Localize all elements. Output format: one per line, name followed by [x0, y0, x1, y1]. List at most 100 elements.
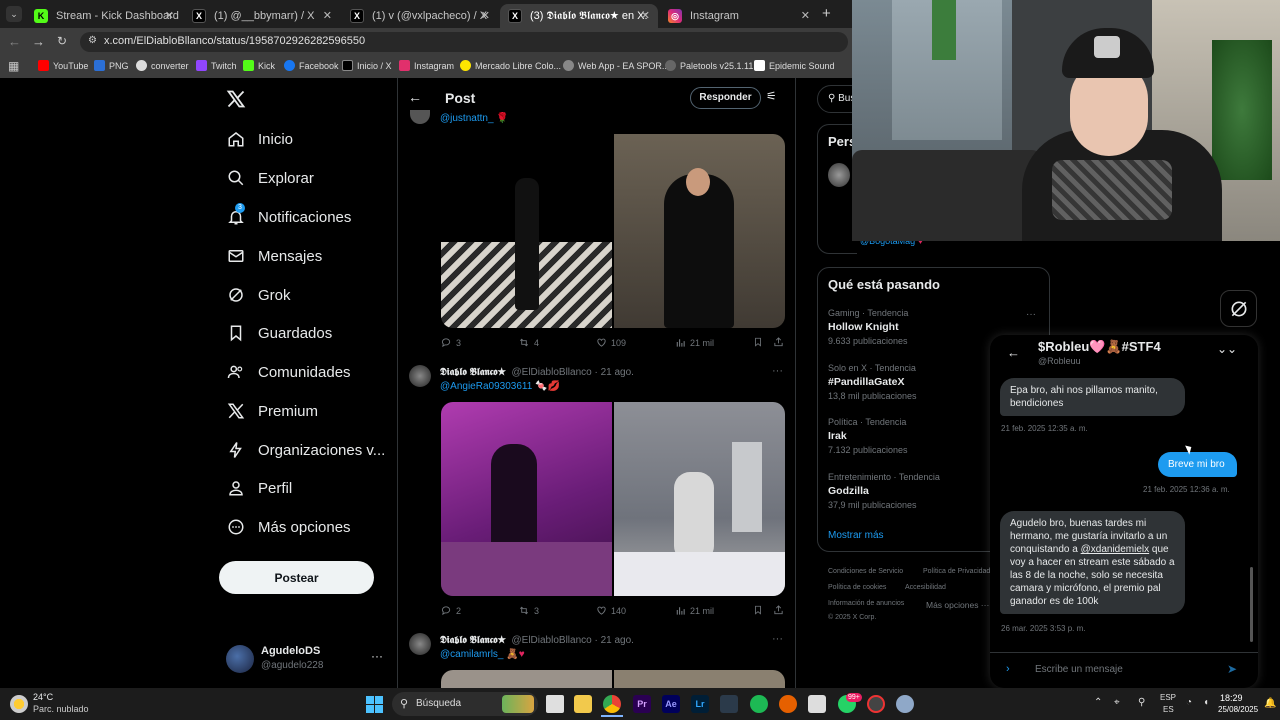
post-button[interactable]: Postear [219, 561, 374, 594]
nav-item-comunidades[interactable]: Comunidades [226, 362, 351, 382]
settings-gear-icon[interactable] [896, 695, 914, 713]
footer-link[interactable]: Condiciones de Servicio [828, 568, 903, 575]
dm-scrollbar[interactable] [1250, 567, 1253, 642]
like-count[interactable]: 109 [596, 337, 626, 348]
footer-link[interactable]: Accesibilidad [905, 584, 946, 591]
dm-contact-handle[interactable]: @Robleuu [1038, 356, 1081, 366]
dm-back-icon[interactable]: ← [1007, 345, 1020, 360]
view-count[interactable]: 21 mil [675, 605, 714, 616]
dm-mention-link[interactable]: @xdanidemielx [1081, 544, 1150, 555]
capcut-icon[interactable] [720, 695, 738, 713]
app-icon[interactable] [808, 695, 826, 713]
footer-link[interactable]: Política de cookies [828, 584, 886, 591]
tray-app-icon[interactable]: ⌖ [1114, 697, 1120, 708]
chrome-icon[interactable] [603, 695, 621, 713]
account-switcher[interactable]: AgudeloDS @agudelo228 ··· [226, 643, 386, 675]
tweet-image[interactable] [614, 134, 785, 328]
browser-tab-4-active[interactable]: X (3) 𝕯𝖎𝖆𝖇𝖑𝖔 𝕭𝖑𝖆𝖓𝖈𝖔★ en X: "@r ✕ [500, 4, 658, 28]
reply-count[interactable]: 3 [441, 337, 461, 348]
clock-time[interactable]: 18:29 [1220, 693, 1243, 703]
show-more-link[interactable]: Mostrar más [828, 530, 884, 541]
reply-count[interactable]: 2 [441, 605, 461, 616]
back-arrow-icon[interactable]: ← [408, 89, 422, 105]
notification-bell-icon[interactable]: 🔔 [1264, 698, 1276, 709]
url-input[interactable]: ⚙ x.com/ElDiabloBllanco/status/195870292… [80, 32, 848, 52]
collapse-chevron-icon[interactable]: ⌄⌄ [1217, 342, 1237, 356]
reload-icon[interactable]: ↻ [57, 34, 67, 48]
trend-item[interactable]: Entretenimiento · Tendencia Godzilla 37,… [828, 472, 940, 510]
bookmark-paletools[interactable]: Paletools v25.1.11 [665, 60, 753, 71]
bookmark-icon[interactable] [753, 336, 767, 348]
close-tab-icon[interactable]: ✕ [801, 9, 810, 22]
nav-item-guardados[interactable]: Guardados [226, 323, 332, 343]
app-icon[interactable] [779, 695, 797, 713]
spotify-icon[interactable] [750, 695, 768, 713]
bookmark-youtube[interactable]: YouTube [38, 60, 88, 71]
weather-widget[interactable]: 24°C Parc. nublado [10, 692, 110, 716]
clock-date[interactable]: 25/08/2025 [1218, 705, 1258, 714]
dm-message-input[interactable]: Escribe un mensaje [1035, 664, 1123, 675]
bookmark-twitch[interactable]: Twitch [196, 60, 237, 71]
author-handle[interactable]: @ElDiabloBllanco · 21 ago. [512, 635, 634, 646]
nav-item-explorar[interactable]: Explorar [226, 168, 314, 188]
close-tab-icon[interactable]: ✕ [323, 9, 332, 22]
view-count[interactable]: 21 mil [675, 337, 714, 348]
file-explorer-icon[interactable] [574, 695, 592, 713]
windows-start-icon[interactable] [366, 696, 383, 713]
account-more-icon[interactable]: ··· [371, 649, 383, 663]
volume-icon[interactable]: ◖ [1203, 697, 1209, 708]
nav-item-notificaciones[interactable]: 3 Notificaciones [226, 203, 351, 227]
share-icon[interactable] [773, 604, 788, 616]
tweet-more-icon[interactable]: ··· [772, 365, 783, 377]
trend-item[interactable]: Política · Tendencia Irak 7.132 publicac… [828, 417, 908, 455]
author-handle[interactable]: @ElDiabloBllanco · 21 ago. [512, 367, 634, 378]
app-icon[interactable] [867, 695, 885, 713]
bookmark-x-home[interactable]: Inicio / X [342, 60, 392, 71]
nav-item-premium[interactable]: Premium [226, 401, 318, 421]
language-layout[interactable]: ES [1163, 705, 1174, 714]
retweet-count[interactable]: 3 [518, 605, 539, 616]
browser-tab-2[interactable]: X (1) @__bbymarr) / X ✕ [184, 4, 340, 28]
reply-button[interactable]: Responder [690, 87, 761, 109]
trend-item[interactable]: Gaming · Tendencia Hollow Knight 9.633 p… [828, 308, 908, 346]
bookmark-converter[interactable]: converter [136, 60, 189, 71]
like-count[interactable]: 140 [596, 605, 626, 616]
browser-tab-5[interactable]: ◎ Instagram ✕ [660, 4, 818, 28]
author-name[interactable]: 𝕯𝖎𝖆𝖇𝖑𝖔 𝕭𝖑𝖆𝖓𝖈𝖔★ [440, 635, 506, 646]
taskbar-search[interactable]: ⚲ Búsqueda [392, 692, 538, 716]
lightroom-icon[interactable]: Lr [691, 695, 709, 713]
close-tab-icon[interactable]: ✕ [481, 9, 490, 22]
bookmark-icon[interactable] [753, 604, 767, 616]
language-code[interactable]: ESP [1160, 693, 1176, 702]
filter-settings-icon[interactable]: ⚟ [766, 89, 777, 103]
trend-item[interactable]: Solo en X · Tendencia #PandillaGateX 13,… [828, 363, 917, 401]
author-name[interactable]: 𝕯𝖎𝖆𝖇𝖑𝖔 𝕭𝖑𝖆𝖓𝖈𝖔★ [440, 367, 506, 378]
avatar[interactable] [409, 633, 431, 655]
tweet-image[interactable] [441, 134, 612, 328]
nav-item-grok[interactable]: Grok [226, 285, 291, 305]
avatar[interactable] [409, 365, 431, 387]
task-view-icon[interactable] [546, 695, 564, 713]
after-effects-icon[interactable]: Ae [662, 695, 680, 713]
bookmark-kick[interactable]: Kick [243, 60, 275, 71]
apps-grid-icon[interactable]: ▦ [8, 59, 19, 73]
x-logo-icon[interactable] [226, 89, 246, 109]
premiere-icon[interactable]: Pr [633, 695, 651, 713]
dm-contact-name[interactable]: $Robleu🩷🧸#STF4 [1038, 339, 1161, 355]
tweet-mention[interactable]: @AngieRa09303611 🍬💋 [440, 381, 560, 392]
share-icon[interactable] [773, 336, 788, 348]
tweet-mention[interactable]: @justnattn_ 🌹 [440, 113, 509, 124]
nav-item-mas-opciones[interactable]: Más opciones [226, 517, 351, 537]
site-info-icon[interactable]: ⚙ [88, 35, 97, 46]
tray-overflow-icon[interactable]: ⌃ [1094, 697, 1102, 708]
bookmark-facebook[interactable]: Facebook [284, 60, 339, 71]
bookmark-instagram[interactable]: Instagram [399, 60, 454, 71]
close-tab-icon[interactable]: ✕ [165, 9, 174, 22]
nav-item-inicio[interactable]: Inicio [226, 129, 293, 149]
footer-link[interactable]: Política de Privacidad [923, 568, 990, 575]
back-icon[interactable]: ← [8, 34, 21, 49]
retweet-count[interactable]: 4 [518, 337, 539, 348]
send-icon[interactable]: ➤ [1227, 662, 1237, 676]
bookmark-png[interactable]: PNG [94, 60, 129, 71]
new-tab-icon[interactable]: + [822, 5, 831, 22]
